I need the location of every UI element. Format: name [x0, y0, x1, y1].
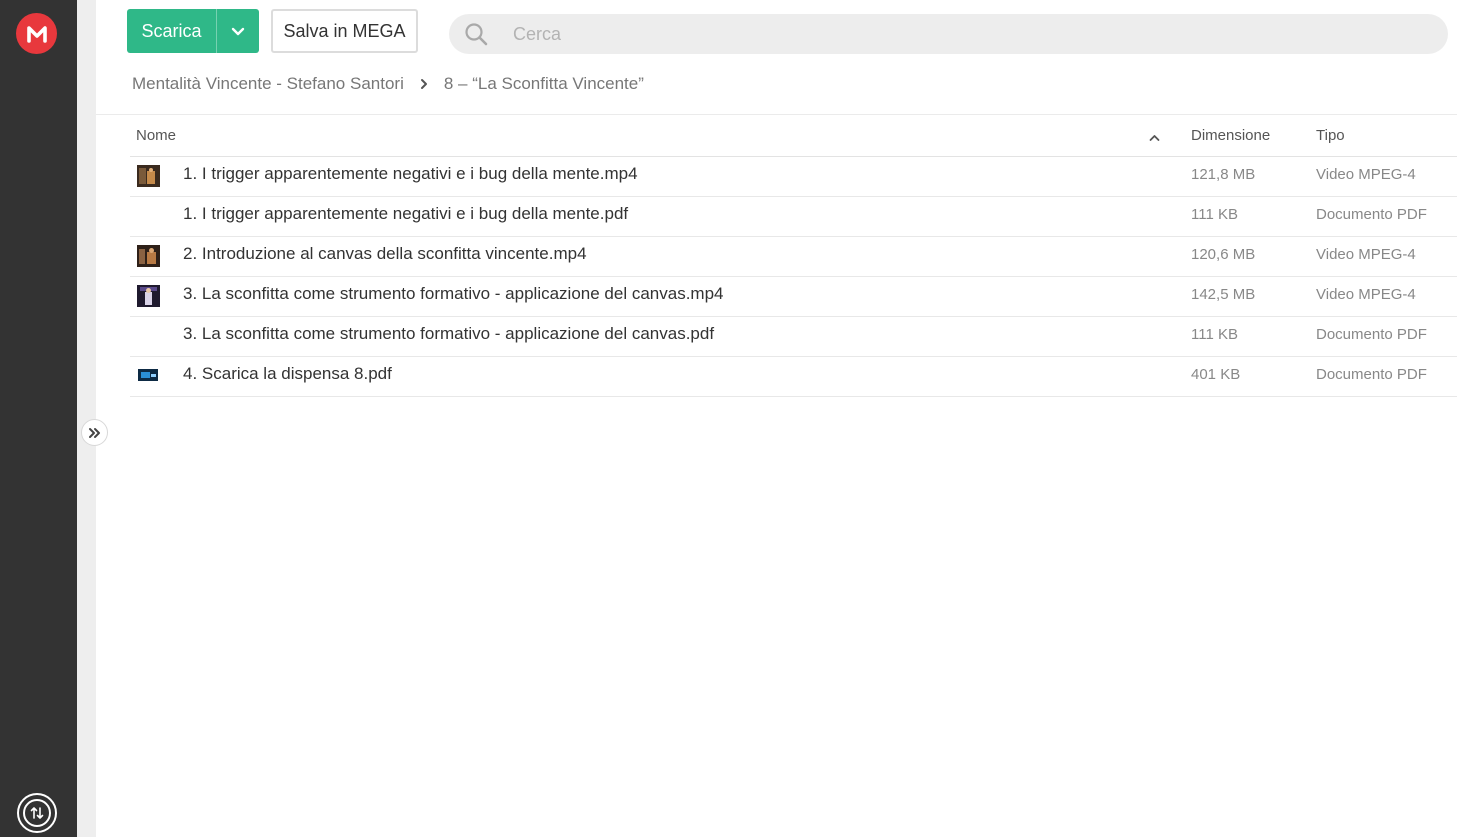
- file-size: 120,6 MB: [1191, 246, 1256, 263]
- breadcrumb: Mentalità Vincente - Stefano Santori 8 –…: [132, 72, 644, 96]
- file-name: 3. La sconfitta come strumento formativo…: [183, 324, 715, 343]
- search-icon: [449, 22, 501, 46]
- table-row[interactable]: 1. I trigger apparentemente negativi e i…: [130, 157, 1457, 197]
- pdf-thumbnail: [137, 365, 160, 387]
- video-thumbnail: [137, 285, 160, 307]
- file-name: 2. Introduzione al canvas della sconfitt…: [183, 244, 587, 263]
- breadcrumb-item-current[interactable]: 8 – “La Sconfitta Vincente”: [444, 74, 644, 94]
- breadcrumb-item-root[interactable]: Mentalità Vincente - Stefano Santori: [132, 74, 404, 94]
- file-name: 4. Scarica la dispensa 8.pdf: [183, 364, 392, 383]
- file-type: Documento PDF: [1316, 366, 1427, 383]
- file-type: Video MPEG-4: [1316, 166, 1416, 183]
- download-button-label[interactable]: Scarica: [127, 9, 216, 53]
- file-size: 401 KB: [1191, 366, 1241, 383]
- file-name: 1. I trigger apparentemente negativi e i…: [183, 204, 629, 223]
- video-thumbnail: [137, 245, 160, 267]
- chevron-double-right-icon[interactable]: [81, 419, 108, 446]
- video-thumbnail: [137, 165, 160, 187]
- download-options-button[interactable]: [216, 9, 259, 53]
- search-input[interactable]: [511, 22, 1415, 46]
- left-sidebar: [0, 0, 77, 837]
- save-to-mega-button[interactable]: Salva in MEGA: [271, 9, 418, 53]
- file-type: Documento PDF: [1316, 326, 1427, 343]
- file-size: 111 KB: [1191, 326, 1238, 343]
- file-type: Documento PDF: [1316, 206, 1427, 223]
- file-type: Video MPEG-4: [1316, 246, 1416, 263]
- file-list: 1. I trigger apparentemente negativi e i…: [130, 157, 1457, 397]
- sort-ascending-icon[interactable]: [1149, 129, 1160, 146]
- download-button[interactable]: Scarica: [127, 9, 259, 53]
- file-size: 142,5 MB: [1191, 286, 1256, 303]
- table-row[interactable]: 2. Introduzione al canvas della sconfitt…: [130, 237, 1457, 277]
- table-row[interactable]: 3. La sconfitta come strumento formativo…: [130, 277, 1457, 317]
- table-row[interactable]: 1. I trigger apparentemente negativi e i…: [130, 197, 1457, 237]
- column-header-type[interactable]: Tipo: [1316, 127, 1345, 144]
- file-name: 1. I trigger apparentemente negativi e i…: [183, 164, 638, 183]
- column-header-name[interactable]: Nome: [136, 127, 176, 144]
- file-size: 111 KB: [1191, 206, 1238, 223]
- file-type: Video MPEG-4: [1316, 286, 1416, 303]
- column-header-size[interactable]: Dimensione: [1191, 127, 1270, 144]
- transfers-icon[interactable]: [17, 793, 57, 833]
- file-name: 3. La sconfitta come strumento formativo…: [183, 284, 724, 303]
- file-size: 121,8 MB: [1191, 166, 1256, 183]
- chevron-down-icon: [231, 27, 245, 35]
- mega-logo-icon[interactable]: [16, 13, 57, 54]
- table-header: Nome Dimensione Tipo: [130, 115, 1457, 157]
- table-row[interactable]: 4. Scarica la dispensa 8.pdf 401 KB Docu…: [130, 357, 1457, 397]
- chevron-right-icon: [420, 78, 428, 90]
- search-bar[interactable]: [449, 14, 1448, 54]
- table-row[interactable]: 3. La sconfitta come strumento formativo…: [130, 317, 1457, 357]
